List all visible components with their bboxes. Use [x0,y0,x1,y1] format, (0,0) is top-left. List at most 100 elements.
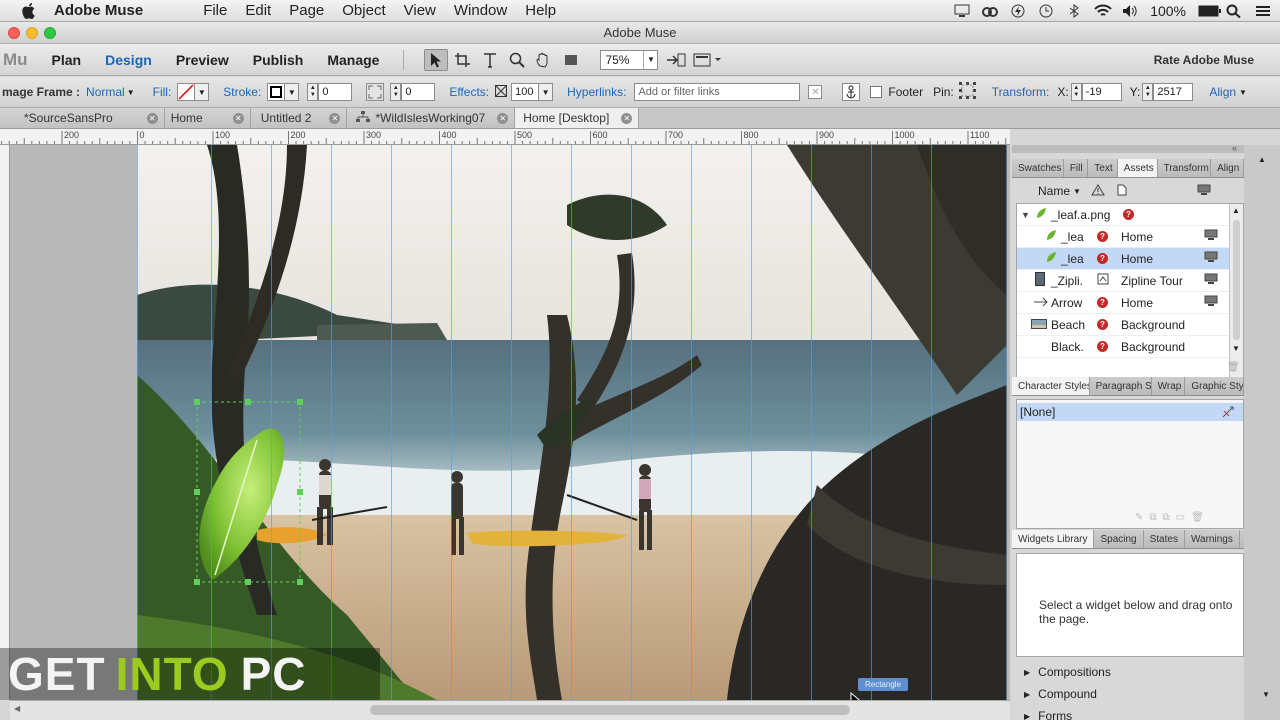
tab-home[interactable]: Home ✕ [164,108,251,128]
list-item[interactable]: _lea ? Home [1017,226,1229,248]
chevron-down-icon[interactable]: ▼ [127,88,135,97]
tab-home-desktop[interactable]: Home [Desktop] ✕ [515,108,640,128]
page-icon[interactable] [1117,184,1127,199]
hyperlinks-input[interactable]: Add or filter links [634,83,801,101]
crop-tool[interactable] [451,49,475,71]
tab-sourcesanspro[interactable]: *SourceSansPro ✕ [0,108,165,128]
list-item[interactable]: ▼ _leaf.a.png ? [1017,204,1229,226]
scroll-left-icon[interactable]: ◀ [14,704,20,713]
design-canvas[interactable] [10,145,1010,700]
battery-percent[interactable]: 100% [1150,3,1186,19]
chevron-down-icon[interactable]: ▼ [285,83,300,101]
clear-overrides-icon[interactable] [1221,405,1235,422]
missing-link-icon[interactable]: ? [1097,253,1108,264]
assets-sort-name[interactable]: Name [1038,184,1070,198]
align-dropdown[interactable]: Align [1209,85,1236,99]
battery-icon[interactable] [1198,4,1221,18]
list-item[interactable]: _Zipli. Zipline Tour [1017,270,1229,292]
spotlight-search-icon[interactable] [1226,4,1242,19]
list-item[interactable]: _lea ? Home [1017,248,1229,270]
app-menu[interactable]: Adobe Muse [54,2,143,19]
clock-icon[interactable] [1038,4,1054,18]
anchor-icon[interactable] [842,83,861,101]
y-position-input[interactable]: 2517 [1153,83,1194,101]
stroke-color-swatch[interactable] [267,83,286,101]
widget-category-compositions[interactable]: ▶ Compositions [1024,665,1111,679]
menu-page[interactable]: Page [289,2,324,19]
vertical-ruler[interactable] [0,145,10,700]
missing-link-icon[interactable]: ? [1097,231,1108,242]
tab-wildislesworking07[interactable]: *WildIslesWorking07 ✕ [347,108,516,128]
bluetooth-icon[interactable] [1066,4,1082,18]
menu-edit[interactable]: Edit [245,2,271,19]
menu-file[interactable]: File [203,2,227,19]
tab-assets[interactable]: Assets [1117,159,1158,177]
view-options-icon[interactable] [691,49,725,71]
chevron-down-icon[interactable]: ▼ [1239,88,1247,97]
close-icon[interactable]: ✕ [497,112,509,124]
zoom-level-select[interactable]: 75% ▼ [600,49,659,70]
scroll-up-icon[interactable]: ▲ [1258,155,1266,164]
tab-text[interactable]: Text [1088,159,1118,177]
hyperlinks-label[interactable]: Hyperlinks: [567,85,626,99]
widget-category-compound[interactable]: ▶ Compound [1024,687,1097,701]
scrollbar-thumb[interactable] [1233,220,1240,340]
stroke-width-stepper[interactable]: ▲ ▼ [307,83,319,101]
close-icon[interactable]: ✕ [621,112,633,124]
mode-manage[interactable]: Manage [327,52,379,68]
zoom-tool[interactable] [505,49,529,71]
close-icon[interactable]: ✕ [146,112,158,124]
menu-help[interactable]: Help [525,2,556,19]
scroll-down-icon[interactable]: ▼ [1262,690,1270,699]
assets-scrollbar[interactable]: ▲ ▼ [1229,204,1243,378]
tab-widgets-library[interactable]: Widgets Library [1012,530,1095,548]
opacity-input[interactable]: 100 [511,83,540,101]
warning-icon[interactable] [1091,183,1105,199]
transform-label[interactable]: Transform: [992,85,1050,99]
missing-link-icon[interactable]: ? [1097,319,1108,330]
tab-graphic-styles[interactable]: Graphic Sty [1185,377,1244,395]
menu-window[interactable]: Window [454,2,507,19]
mode-design[interactable]: Design [105,52,152,68]
expand-arrow-icon[interactable]: ▶ [1024,690,1030,699]
collapse-panel-icon[interactable]: « [1232,143,1237,153]
tab-wrap[interactable]: Wrap [1152,377,1186,395]
effects-label[interactable]: Effects: [449,85,489,99]
notification-center-icon[interactable] [1254,4,1270,18]
y-stepper[interactable]: ▲ ▼ [1142,83,1154,101]
close-window-button[interactable] [8,27,20,39]
hand-tool[interactable] [532,49,556,71]
missing-link-icon[interactable]: ? [1123,209,1134,220]
tab-character-styles[interactable]: Character Styles [1012,377,1090,395]
x-position-input[interactable]: -19 [1081,83,1122,101]
close-icon[interactable]: ✕ [232,112,244,124]
menu-object[interactable]: Object [342,2,385,19]
scroll-up-icon[interactable]: ▲ [1232,206,1240,215]
corner-radius-input[interactable]: 0 [401,83,436,101]
chevron-down-icon[interactable]: ▼ [539,83,554,101]
beach-background-image[interactable] [137,145,1007,700]
display-icon[interactable] [1197,184,1211,199]
tab-states[interactable]: States [1144,530,1185,548]
frame-style-dropdown[interactable]: Normal [86,85,125,99]
stroke-label[interactable]: Stroke: [223,85,261,99]
scrollbar-thumb[interactable] [370,705,850,715]
bolt-icon[interactable] [1010,4,1026,18]
pin-grid-icon[interactable] [958,81,978,104]
rate-adobe-muse-link[interactable]: Rate Adobe Muse [1154,53,1254,67]
mode-publish[interactable]: Publish [253,52,304,68]
tab-paragraph-styles[interactable]: Paragraph S [1090,377,1152,395]
display-icon[interactable] [954,4,970,18]
character-styles-list[interactable]: [None] ✎⧉⧉▭🗑 [1016,399,1244,529]
rectangle-tool[interactable] [559,49,583,71]
expand-arrow-icon[interactable]: ▼ [1021,210,1030,220]
panel-scrollbar[interactable]: ▲ ▼ [1244,145,1280,720]
mode-plan[interactable]: Plan [52,52,82,68]
text-tool[interactable] [478,49,502,71]
horizontal-scrollbar[interactable]: ◀ [10,700,1010,720]
tab-spacing[interactable]: Spacing [1094,530,1144,548]
chevron-down-icon[interactable]: ▼ [1073,187,1081,196]
apple-icon[interactable] [18,2,40,20]
missing-link-icon[interactable]: ? [1097,297,1108,308]
tab-transform[interactable]: Transform [1158,159,1212,177]
